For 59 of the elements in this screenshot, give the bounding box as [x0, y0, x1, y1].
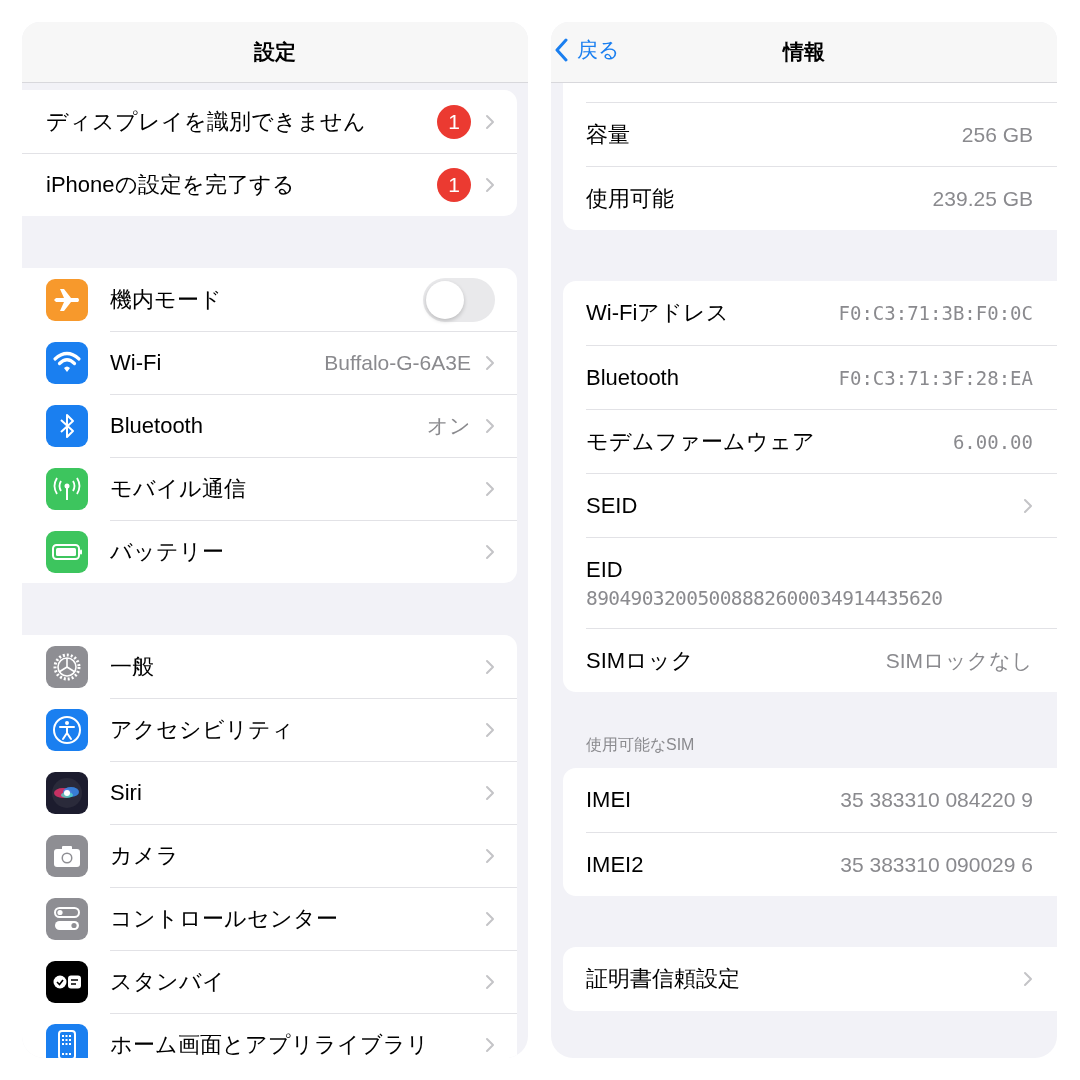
setting-label[interactable]: ホーム画面とアプリライブラリ: [110, 1030, 471, 1058]
info-value: 6.00.00: [952, 430, 1033, 453]
chevron-icon: [485, 355, 495, 371]
setting-label[interactable]: スタンバイ: [110, 967, 471, 997]
setting-label[interactable]: モバイル通信: [110, 474, 471, 504]
setting-value: オン: [427, 413, 471, 439]
toggle-switch[interactable]: [423, 277, 495, 322]
chevron-icon: [485, 177, 495, 193]
info-value: 89049032005008882600034914435620: [586, 586, 943, 610]
info-value: F0:C3:71:3F:28:EA: [838, 366, 1033, 389]
chevron-icon: [485, 722, 495, 738]
back-chevron-icon: [555, 38, 569, 62]
chevron-icon: [485, 418, 495, 434]
info-value: F0:C3:71:3B:F0:0C: [838, 302, 1033, 324]
chevron-icon: [485, 974, 495, 990]
chevron-icon: [485, 544, 495, 560]
back-button[interactable]: 戻る: [555, 36, 620, 64]
notification-badge: 1: [437, 168, 471, 202]
info-value: 239.25 GB: [932, 186, 1033, 211]
info-value: 35 383310 084220 9: [840, 788, 1033, 812]
notification-badge: 1: [437, 104, 471, 139]
setting-label[interactable]: Siri: [110, 780, 471, 806]
chevron-icon: [485, 481, 495, 497]
chevron-icon: [1023, 971, 1033, 987]
setting-label[interactable]: カメラ: [110, 841, 471, 871]
info-label: IMEI: [586, 787, 633, 813]
setting-label[interactable]: バッテリー: [110, 537, 471, 567]
info-label: 使用可能: [586, 184, 675, 213]
info-label: SIMロック: [586, 646, 696, 675]
info-label: Bluetooth: [586, 364, 680, 391]
screen-title: 設定: [254, 39, 296, 65]
setting-label[interactable]: ディスプレイを識別できません: [46, 106, 423, 137]
chevron-icon: [485, 1037, 495, 1053]
info-value: SIMロックなし: [885, 647, 1033, 674]
setting-label[interactable]: Wi-Fi: [110, 350, 311, 376]
info-label: 容量: [586, 120, 631, 149]
setting-label[interactable]: アクセシビリティ: [110, 715, 471, 745]
info-value: 35 383310 090029 6: [840, 852, 1033, 877]
chevron-icon: [485, 658, 495, 675]
info-value: 256 GB: [961, 122, 1033, 147]
setting-label[interactable]: SEID: [586, 492, 1009, 519]
setting-label[interactable]: 機内モード: [110, 284, 409, 315]
setting-value: Buffalo-G-6A3E: [324, 351, 471, 375]
info-label: EID: [586, 556, 623, 583]
setting-label[interactable]: コントロールセンター: [110, 904, 471, 934]
chevron-icon: [485, 911, 495, 927]
setting-label[interactable]: 証明書信頼設定: [586, 964, 1009, 994]
chevron-icon: [485, 848, 495, 864]
info-label: モデムファームウェア: [586, 427, 816, 456]
setting-label[interactable]: Bluetooth: [110, 413, 413, 439]
chevron-icon: [485, 785, 495, 801]
setting-label[interactable]: 一般: [110, 651, 471, 682]
chevron-icon: [485, 113, 495, 130]
info-label: IMEI2: [586, 851, 645, 878]
chevron-icon: [1023, 497, 1033, 514]
info-label: Wi-Fiアドレス: [586, 299, 731, 327]
section-header: 使用可能なSIM: [586, 735, 696, 755]
screen-title: 情報: [783, 39, 825, 65]
setting-label[interactable]: iPhoneの設定を完了する: [46, 170, 423, 200]
